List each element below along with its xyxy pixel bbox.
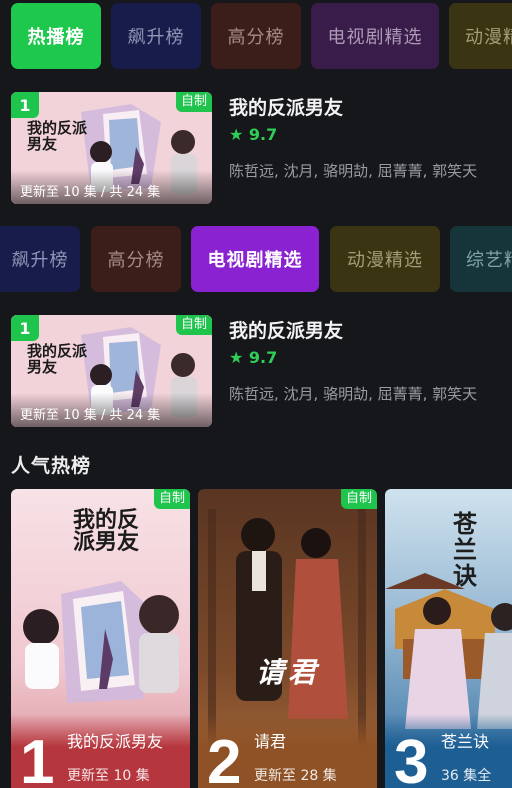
popular-card[interactable]: 苍兰诀 3 苍兰诀 36 集全 bbox=[385, 489, 512, 788]
original-badge: 自制 bbox=[175, 315, 212, 335]
card-title[interactable]: 请君 bbox=[254, 728, 286, 752]
ranking-tabs-second: 飙升榜 高分榜 电视剧精选 动漫精选 综艺精 bbox=[0, 226, 512, 292]
tab-drama-picks[interactable]: 电视剧精选 bbox=[311, 3, 439, 69]
score-value: 9.7 bbox=[248, 348, 278, 367]
rank-badge: 1 bbox=[11, 92, 39, 118]
tab-anime-picks[interactable]: 动漫精 bbox=[449, 3, 512, 69]
tab-label: 电视剧精选 bbox=[207, 250, 303, 271]
poster-title-art: 我的反派男友 bbox=[27, 119, 88, 153]
original-badge: 自制 bbox=[340, 489, 377, 509]
tab-anime-picks[interactable]: 动漫精选 bbox=[330, 226, 440, 292]
poster-title-art: 我的反派男友 bbox=[27, 342, 88, 376]
tab-hot[interactable]: 热播榜 bbox=[11, 3, 101, 69]
popular-ranking-list: 我的反派男友 自制 1 我的反派男友 更新至 10 集 请君 自制 2 请君 更… bbox=[0, 489, 512, 788]
tab-label: 电视剧精选 bbox=[327, 27, 423, 48]
poster-title-art: 苍兰诀 bbox=[453, 509, 477, 590]
card-title[interactable]: 我的反派男友 bbox=[67, 728, 163, 752]
tab-label: 热播榜 bbox=[27, 27, 85, 48]
tab-rising[interactable]: 飙升榜 bbox=[111, 3, 201, 69]
drama-cast: 陈哲远, 沈月, 骆明劼, 屈菁菁, 郭笑天 bbox=[229, 385, 478, 403]
featured-drama-item[interactable]: 我的反派男友 1 自制 更新至 10 集 / 共 24 集 我的反派男友 ★ 9… bbox=[11, 92, 506, 204]
star-icon: ★ bbox=[229, 125, 244, 144]
drama-thumbnail[interactable]: 我的反派男友 1 自制 更新至 10 集 / 共 24 集 bbox=[11, 315, 212, 427]
featured-drama-item[interactable]: 我的反派男友 1 自制 更新至 10 集 / 共 24 集 我的反派男友 ★ 9… bbox=[11, 315, 506, 427]
popular-card[interactable]: 请君 自制 2 请君 更新至 28 集 bbox=[198, 489, 377, 788]
drama-score: ★ 9.7 bbox=[229, 348, 277, 367]
drama-cast: 陈哲远, 沈月, 骆明劼, 屈菁菁, 郭笑天 bbox=[229, 162, 478, 180]
card-title[interactable]: 苍兰诀 bbox=[441, 728, 489, 752]
popular-card[interactable]: 我的反派男友 自制 1 我的反派男友 更新至 10 集 bbox=[11, 489, 190, 788]
tab-label: 动漫精 bbox=[465, 27, 512, 48]
poster-title-art: 我的反派男友 bbox=[73, 507, 140, 555]
tab-variety-picks[interactable]: 综艺精 bbox=[450, 226, 512, 292]
score-value: 9.7 bbox=[248, 125, 278, 144]
ranking-page: 热播榜 飙升榜 高分榜 电视剧精选 动漫精 我的反派男友 1 自制 更新至 10… bbox=[0, 0, 512, 788]
episode-status: 更新至 10 集 / 共 24 集 bbox=[20, 408, 161, 423]
drama-title[interactable]: 我的反派男友 bbox=[229, 93, 343, 120]
tab-top-rated[interactable]: 高分榜 bbox=[211, 3, 301, 69]
drama-score: ★ 9.7 bbox=[229, 125, 277, 144]
episode-status: 36 集全 bbox=[441, 768, 492, 784]
episode-status: 更新至 28 集 bbox=[254, 768, 337, 784]
original-badge: 自制 bbox=[153, 489, 190, 509]
tab-drama-picks[interactable]: 电视剧精选 bbox=[191, 226, 319, 292]
tab-label: 飙升榜 bbox=[11, 250, 69, 271]
episode-status: 更新至 10 集 bbox=[67, 768, 150, 784]
rank-number: 3 bbox=[394, 728, 429, 788]
tab-label: 综艺精 bbox=[466, 250, 512, 271]
tab-rising[interactable]: 飙升榜 bbox=[0, 226, 80, 292]
drama-thumbnail[interactable]: 我的反派男友 1 自制 更新至 10 集 / 共 24 集 bbox=[11, 92, 212, 204]
tab-top-rated[interactable]: 高分榜 bbox=[91, 226, 181, 292]
tab-label: 高分榜 bbox=[227, 27, 285, 48]
tab-label: 高分榜 bbox=[107, 250, 165, 271]
episode-status: 更新至 10 集 / 共 24 集 bbox=[20, 185, 161, 200]
ranking-tabs-top: 热播榜 飙升榜 高分榜 电视剧精选 动漫精 bbox=[0, 3, 512, 69]
popular-section-title: 人气热榜 bbox=[11, 455, 92, 477]
drama-title[interactable]: 我的反派男友 bbox=[229, 316, 343, 343]
star-icon: ★ bbox=[229, 348, 244, 367]
poster-title-art: 请君 bbox=[256, 656, 321, 689]
rank-badge: 1 bbox=[11, 315, 39, 341]
original-badge: 自制 bbox=[175, 92, 212, 112]
tab-label: 飙升榜 bbox=[127, 27, 185, 48]
tab-label: 动漫精选 bbox=[347, 250, 423, 271]
rank-number: 1 bbox=[20, 728, 55, 788]
rank-number: 2 bbox=[207, 728, 242, 788]
